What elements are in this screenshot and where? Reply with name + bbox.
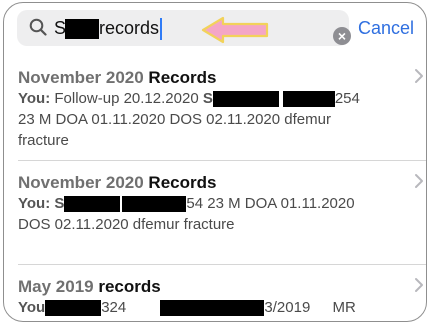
divider — [18, 264, 426, 265]
clear-search-button[interactable]: × — [333, 27, 351, 45]
snippet-text: 54 23 M DOA 01.11.2020 — [186, 195, 355, 212]
result-name: records — [98, 277, 161, 296]
snippet-text: 3/2019 — [264, 299, 311, 316]
screenshot-frame: Srecords × Cancel November 2020 Records … — [3, 2, 427, 322]
sender-label: You — [18, 299, 46, 316]
search-icon — [29, 18, 47, 36]
result-snippet: You: Follow-up 20.12.2020 S 254 23 M DOA … — [18, 88, 400, 151]
search-result[interactable]: November 2020 Records You: S 54 23 M DOA … — [18, 172, 426, 235]
divider — [18, 160, 426, 161]
snippet-text: 324 — [101, 299, 127, 316]
result-date: May 2019 — [18, 277, 94, 296]
snippet-text: 254 — [334, 90, 360, 107]
search-row: Srecords × Cancel — [4, 3, 426, 57]
redacted-block — [160, 300, 265, 317]
search-bar[interactable]: Srecords × — [17, 10, 351, 46]
result-name: Records — [148, 68, 217, 87]
snippet-text: 23 M DOA 01.11.2020 DOS 02.11.2020 dfemu… — [18, 111, 331, 128]
cancel-button[interactable]: Cancel — [358, 18, 414, 39]
search-result[interactable]: November 2020 Records You: Follow-up 20.… — [18, 67, 426, 151]
result-name: Records — [148, 173, 217, 192]
search-query-suffix: records — [99, 18, 160, 38]
sender-label: You: — [18, 195, 51, 212]
chevron-right-icon — [415, 174, 423, 188]
pink-arrow-icon — [201, 16, 269, 44]
chevron-right-icon — [415, 278, 423, 292]
result-date: November 2020 — [18, 68, 144, 87]
redacted-block — [212, 91, 279, 108]
redacted-block — [45, 300, 102, 317]
sender-label: You: — [18, 90, 51, 107]
snippet-text: Follow-up 20.12.2020 — [54, 90, 199, 107]
snippet-text: S — [54, 195, 65, 212]
result-title: November 2020 Records — [18, 172, 400, 193]
result-title: May 2019 records — [18, 276, 400, 297]
redacted-block — [122, 196, 187, 213]
search-result[interactable]: May 2019 records You 324 3/2019 MR — [18, 276, 426, 318]
chevron-right-icon — [415, 69, 423, 83]
snippet-text: DOS 02.11.2020 dfemur fracture — [18, 216, 235, 233]
result-title: November 2020 Records — [18, 67, 400, 88]
snippet-text: fracture — [18, 132, 69, 149]
result-snippet: You 324 3/2019 MR — [18, 297, 400, 318]
snippet-text: MR — [332, 299, 356, 316]
redacted-block — [282, 91, 335, 108]
redacted-block — [64, 196, 121, 213]
redacted-block — [65, 19, 100, 40]
text-cursor — [160, 18, 163, 41]
result-snippet: You: S 54 23 M DOA 01.11.2020 DOS 02.11.2… — [18, 193, 400, 235]
search-input[interactable]: Srecords — [54, 17, 163, 41]
snippet-text: S — [202, 90, 213, 107]
result-date: November 2020 — [18, 173, 144, 192]
